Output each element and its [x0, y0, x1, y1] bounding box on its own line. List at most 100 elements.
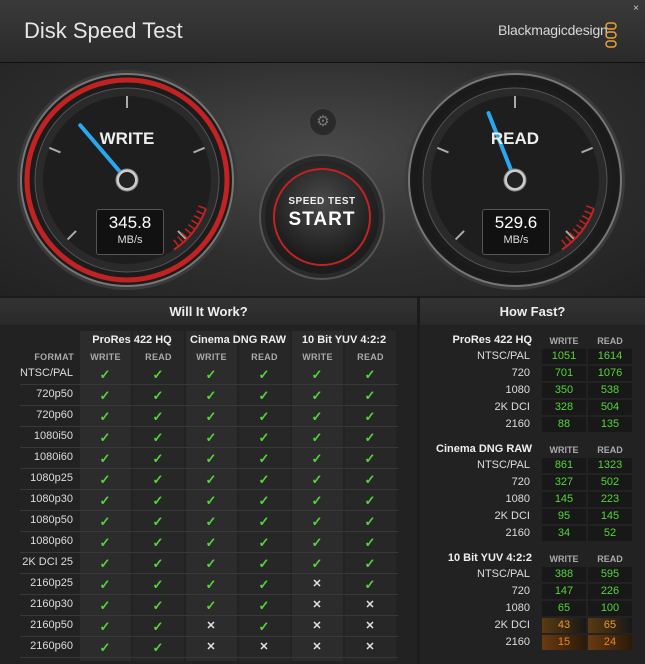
speed-group-header: ProRes 422 HQ [452, 334, 532, 346]
check-icon: ✓ [258, 535, 270, 550]
check-icon: ✓ [152, 367, 164, 382]
read-fps-value: 538 [588, 383, 632, 398]
column-subheader: READ [251, 352, 278, 362]
gear-icon[interactable]: ⚙ [309, 108, 337, 136]
check-icon: ✓ [99, 472, 111, 487]
check-icon: ✓ [152, 493, 164, 508]
read-fps-value: 1614 [588, 349, 632, 364]
write-column-header: WRITE [549, 445, 579, 455]
cross-icon: ✕ [312, 641, 322, 653]
cross-icon: ✕ [365, 599, 375, 611]
check-icon: ✓ [364, 577, 376, 592]
check-icon: ✓ [205, 493, 217, 508]
cross-icon: ✕ [206, 641, 216, 653]
check-icon: ✓ [152, 619, 164, 634]
check-icon: ✓ [152, 640, 164, 655]
row-divider [20, 510, 398, 511]
check-icon: ✓ [311, 514, 323, 529]
check-icon: ✓ [364, 430, 376, 445]
cross-icon: ✕ [312, 578, 322, 590]
write-fps-value: 147 [542, 584, 586, 599]
write-fps-value: 861 [542, 458, 586, 473]
write-fps-value: 34 [542, 526, 586, 541]
check-icon: ✓ [258, 451, 270, 466]
brand-name: Blackmagicdesign [498, 22, 608, 38]
title-bar: Disk Speed Test Blackmagicdesign × [0, 0, 645, 63]
cross-icon: ✕ [312, 620, 322, 632]
check-icon: ✓ [99, 430, 111, 445]
check-icon: ✓ [364, 367, 376, 382]
read-fps-value: 504 [588, 400, 632, 415]
check-icon: ✓ [311, 472, 323, 487]
start-button[interactable]: SPEED TEST START [265, 160, 379, 274]
write-fps-value: 350 [542, 383, 586, 398]
resolution-row-label: 2K DCI [494, 510, 530, 522]
check-icon: ✓ [258, 388, 270, 403]
resolution-row-label: 720 [511, 476, 530, 488]
check-icon: ✓ [311, 388, 323, 403]
row-divider [20, 594, 398, 595]
resolution-row-label: 1080 [505, 602, 530, 614]
read-fps-value: 65 [588, 618, 632, 633]
speed-group-header: Cinema DNG RAW [436, 443, 532, 455]
check-icon: ✓ [152, 409, 164, 424]
resolution-row-label: 1080 [505, 384, 530, 396]
read-fps-value: 595 [588, 567, 632, 582]
resolution-row-label: 2160 [505, 636, 530, 648]
row-divider [20, 405, 398, 406]
check-icon: ✓ [258, 619, 270, 634]
resolution-row-label: NTSC/PAL [477, 568, 530, 580]
read-fps-value: 135 [588, 417, 632, 432]
format-row-label: 2160p25 [30, 577, 73, 589]
column-subheader: WRITE [302, 352, 333, 362]
read-column-header: READ [597, 554, 623, 564]
column-subheader: READ [357, 352, 384, 362]
read-column-header: READ [597, 336, 623, 346]
check-icon: ✓ [311, 451, 323, 466]
cross-icon: ✕ [312, 599, 322, 611]
format-row-label: 2160p60 [30, 640, 73, 652]
check-icon: ✓ [258, 430, 270, 445]
check-icon: ✓ [364, 556, 376, 571]
check-icon: ✓ [364, 514, 376, 529]
row-divider [20, 615, 398, 616]
start-button-caption: SPEED TEST [288, 196, 356, 207]
check-icon: ✓ [152, 472, 164, 487]
read-fps-value: 145 [588, 509, 632, 524]
check-icon: ✓ [205, 577, 217, 592]
format-row-label: 720p50 [36, 388, 73, 400]
check-icon: ✓ [258, 409, 270, 424]
row-divider [20, 573, 398, 574]
write-fps-value: 327 [542, 475, 586, 490]
how-fast-title: How Fast? [420, 298, 645, 325]
check-icon: ✓ [311, 535, 323, 550]
check-icon: ✓ [311, 430, 323, 445]
row-divider [20, 657, 398, 658]
row-divider [20, 426, 398, 427]
speed-group-header: 10 Bit YUV 4:2:2 [447, 552, 532, 564]
format-row-label: 1080p25 [30, 472, 73, 484]
write-speed-unit: MB/s [117, 234, 143, 246]
check-icon: ✓ [364, 535, 376, 550]
check-icon: ✓ [99, 409, 111, 424]
format-row-label: 2K DCI 25 [22, 556, 73, 568]
check-icon: ✓ [99, 514, 111, 529]
resolution-row-label: 1080 [505, 493, 530, 505]
cross-icon: ✕ [365, 620, 375, 632]
check-icon: ✓ [364, 493, 376, 508]
close-icon[interactable]: × [630, 3, 642, 15]
write-fps-value: 88 [542, 417, 586, 432]
resolution-row-label: NTSC/PAL [477, 350, 530, 362]
format-row-label: 2160p30 [30, 598, 73, 610]
check-icon: ✓ [258, 598, 270, 613]
read-fps-value: 502 [588, 475, 632, 490]
write-fps-value: 1051 [542, 349, 586, 364]
will-it-work-panel: Will It Work? ProRes 422 HQ Cinema DNG RA… [0, 298, 417, 664]
check-icon: ✓ [364, 472, 376, 487]
app-title: Disk Speed Test [24, 18, 183, 43]
check-icon: ✓ [205, 598, 217, 613]
check-icon: ✓ [311, 409, 323, 424]
check-icon: ✓ [258, 577, 270, 592]
read-fps-value: 1076 [588, 366, 632, 381]
format-row-label: 1080p60 [30, 535, 73, 547]
